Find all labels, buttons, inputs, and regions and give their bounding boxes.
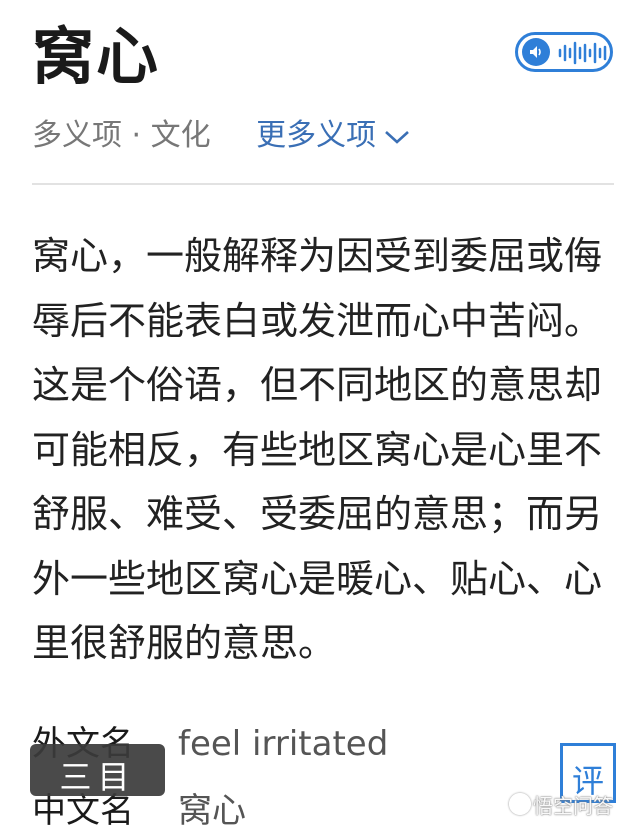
info-value: feel irritated (178, 724, 389, 764)
watermark: 悟空问答 (505, 790, 613, 819)
catalog-button-label: 三目 (59, 758, 136, 796)
more-senses-link[interactable]: 更多义项 (256, 118, 410, 153)
sound-wave-icon (558, 41, 607, 65)
info-value: 窝心 (178, 791, 246, 831)
entry-title: 窝心 (32, 20, 161, 93)
sense-label: 多义项 · 文化 (32, 118, 211, 153)
speaker-icon (522, 38, 550, 66)
sense-bar: 多义项 · 文化 更多义项 (32, 116, 410, 156)
more-senses-label: 更多义项 (256, 118, 377, 153)
divider (32, 183, 614, 185)
pronunciation-audio-button[interactable] (515, 32, 613, 72)
chevron-down-icon (385, 130, 410, 144)
watermark-text: 悟空问答 (533, 794, 613, 818)
entry-summary: 窝心，一般解释为因受到委屈或侮辱后不能表白或发泄而心中苦闷。这是个俗语，但不同地… (32, 234, 603, 665)
catalog-button[interactable]: 三目 (30, 744, 165, 796)
